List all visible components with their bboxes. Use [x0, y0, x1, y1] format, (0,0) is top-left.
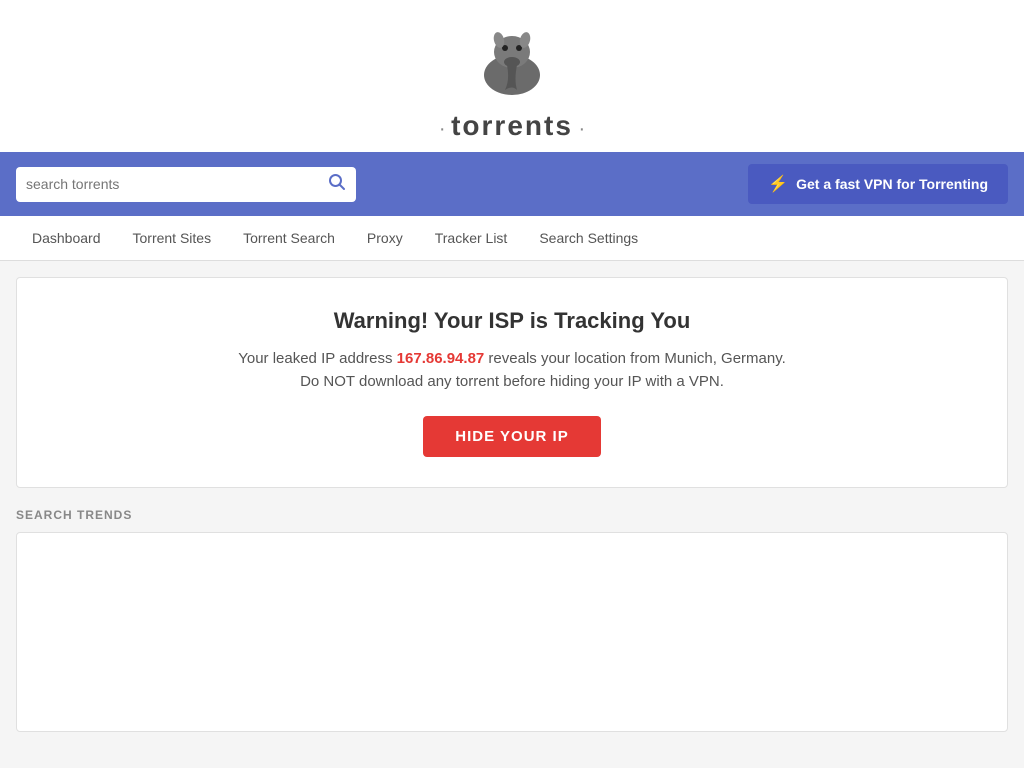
search-trends-label: SEARCH TRENDS [16, 508, 1008, 522]
vpn-button[interactable]: ⚡ Get a fast VPN for Torrenting [748, 164, 1008, 204]
search-input[interactable] [26, 176, 328, 192]
warning-box: Warning! Your ISP is Tracking You Your l… [16, 277, 1008, 488]
nav: Dashboard Torrent Sites Torrent Search P… [0, 216, 1024, 261]
nav-item-search-settings[interactable]: Search Settings [523, 216, 654, 260]
nav-item-torrent-search[interactable]: Torrent Search [227, 216, 351, 260]
search-icon [328, 173, 346, 196]
logo-text: · torrents · [439, 110, 585, 142]
logo-dot-right: · [573, 118, 585, 140]
ip-address: 167.86.94.87 [397, 350, 485, 367]
logo-dot-left: · [439, 118, 451, 140]
vpn-button-label: Get a fast VPN for Torrenting [796, 176, 988, 192]
warning-line2: Do NOT download any torrent before hidin… [37, 373, 987, 390]
nav-item-torrent-sites[interactable]: Torrent Sites [117, 216, 228, 260]
warning-line1: Your leaked IP address 167.86.94.87 reve… [37, 350, 987, 367]
search-input-wrapper[interactable] [16, 167, 356, 202]
logo-container: · torrents · [439, 20, 585, 142]
header: · torrents · [0, 0, 1024, 152]
warning-suffix: reveals your location from Munich, Germa… [484, 350, 786, 367]
bolt-icon: ⚡ [768, 174, 788, 194]
hide-ip-button[interactable]: HIDE YOUR IP [423, 416, 600, 457]
warning-title: Warning! Your ISP is Tracking You [37, 308, 987, 334]
nav-item-tracker-list[interactable]: Tracker List [419, 216, 524, 260]
search-bar: ⚡ Get a fast VPN for Torrenting [0, 152, 1024, 216]
nav-item-dashboard[interactable]: Dashboard [16, 216, 117, 260]
nav-item-proxy[interactable]: Proxy [351, 216, 419, 260]
search-trends-section: SEARCH TRENDS [16, 508, 1008, 732]
logo-icon [467, 20, 557, 110]
main-content: Warning! Your ISP is Tracking You Your l… [0, 261, 1024, 748]
search-button[interactable] [328, 173, 346, 196]
logo-wordmark: torrents [451, 110, 573, 141]
trends-box [16, 532, 1008, 732]
warning-prefix: Your leaked IP address [238, 350, 396, 367]
